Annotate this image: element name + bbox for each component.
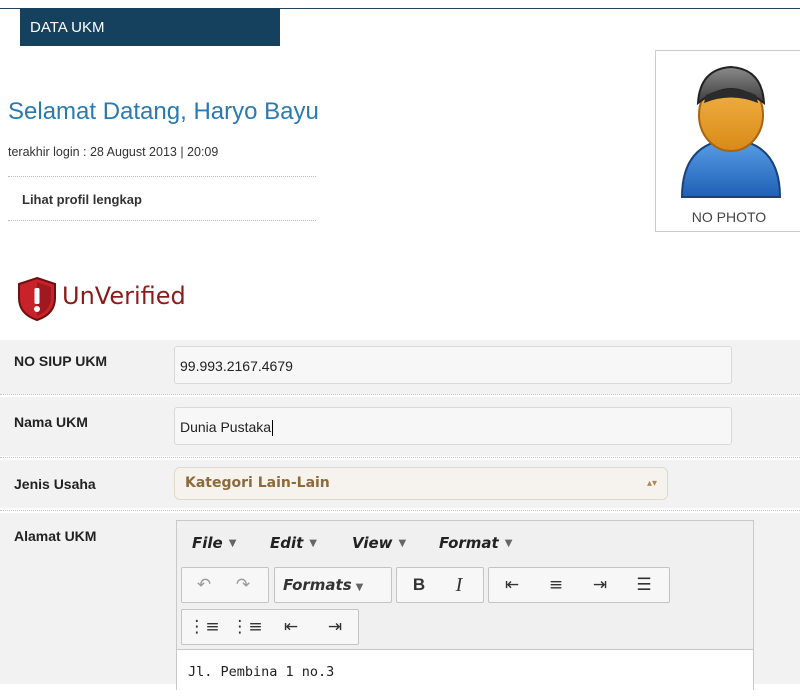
outdent-icon[interactable]: ⇤	[274, 610, 308, 644]
list-indent-group: ⋮≡ ⋮≡ ⇤ ⇥	[181, 609, 359, 645]
nama-input[interactable]: Dunia Pustaka	[174, 407, 732, 445]
chevron-down-icon: ▼	[355, 582, 364, 593]
jenis-selected-value: Kategori Lain-Lain	[185, 475, 330, 491]
last-login-text: terakhir login : 28 August 2013 | 20:09	[8, 145, 219, 159]
chevron-down-icon: ▼	[504, 538, 513, 549]
bold-icon[interactable]: B	[402, 568, 436, 602]
chevron-down-icon: ▼	[398, 538, 407, 549]
text-style-group: B I	[396, 567, 484, 603]
siup-value: 99.993.2167.4679	[180, 358, 293, 374]
align-justify-icon[interactable]: ☰	[627, 568, 661, 602]
editor-content-area[interactable]: Jl. Pembina 1 no.3	[177, 649, 753, 699]
user-silhouette-icon	[680, 65, 782, 198]
undo-redo-group: ↶ ↷	[181, 567, 269, 603]
indent-icon[interactable]: ⇥	[318, 610, 352, 644]
siup-input[interactable]: 99.993.2167.4679	[174, 346, 732, 384]
select-arrows-icon: ▴▾	[646, 478, 657, 489]
alignment-group: ⇤ ≡ ⇥ ☰	[488, 567, 670, 603]
data-ukm-tab[interactable]: DATA UKM	[20, 8, 280, 46]
no-photo-label: NO PHOTO	[691, 209, 767, 225]
view-profile-link[interactable]: Lihat profil lengkap	[22, 192, 142, 207]
formats-button[interactable]: Formats ▼	[275, 568, 363, 602]
divider	[8, 220, 316, 221]
align-right-icon[interactable]: ⇥	[583, 568, 617, 602]
profile-photo: NO PHOTO	[655, 50, 800, 232]
chevron-down-icon: ▼	[309, 538, 317, 549]
align-left-icon[interactable]: ⇤	[495, 568, 529, 602]
divider	[8, 176, 316, 177]
address-text: Jl. Pembina 1 no.3	[188, 664, 335, 680]
shield-exclamation-icon	[18, 276, 56, 322]
nama-value: Dunia Pustaka	[180, 419, 272, 435]
address-rich-text-editor: File ▼ Edit ▼ View ▼ Format ▼ ↶ ↷ Formats ▼ B…	[176, 520, 754, 699]
bullet-list-icon[interactable]: ⋮≡	[187, 610, 221, 644]
editor-menu-bar: File ▼ Edit ▼ View ▼ Format ▼	[177, 521, 753, 565]
text-caret	[272, 420, 274, 437]
nama-label: Nama UKM	[14, 414, 88, 430]
siup-label: NO SIUP UKM	[14, 353, 108, 369]
redo-icon[interactable]: ↷	[226, 568, 260, 602]
verification-status: UnVerified	[62, 282, 186, 310]
row-divider	[0, 394, 800, 395]
formats-dropdown[interactable]: Formats ▼	[274, 567, 392, 603]
menu-format[interactable]: Format ▼	[439, 534, 512, 552]
row-divider	[0, 457, 800, 458]
row-divider	[0, 510, 800, 511]
jenis-label: Jenis Usaha	[14, 476, 96, 492]
menu-edit[interactable]: Edit ▼	[270, 534, 317, 552]
italic-icon[interactable]: I	[442, 568, 476, 602]
numbered-list-icon[interactable]: ⋮≡	[230, 610, 264, 644]
alamat-label: Alamat UKM	[14, 528, 97, 544]
jenis-usaha-select[interactable]: Kategori Lain-Lain ▴▾	[174, 467, 668, 500]
menu-file[interactable]: File ▼	[192, 534, 236, 552]
chevron-down-icon: ▼	[228, 538, 237, 549]
align-center-icon[interactable]: ≡	[539, 568, 573, 602]
undo-icon[interactable]: ↶	[187, 568, 221, 602]
menu-view[interactable]: View ▼	[352, 534, 406, 552]
welcome-heading: Selamat Datang, Haryo Bayu	[8, 98, 319, 125]
